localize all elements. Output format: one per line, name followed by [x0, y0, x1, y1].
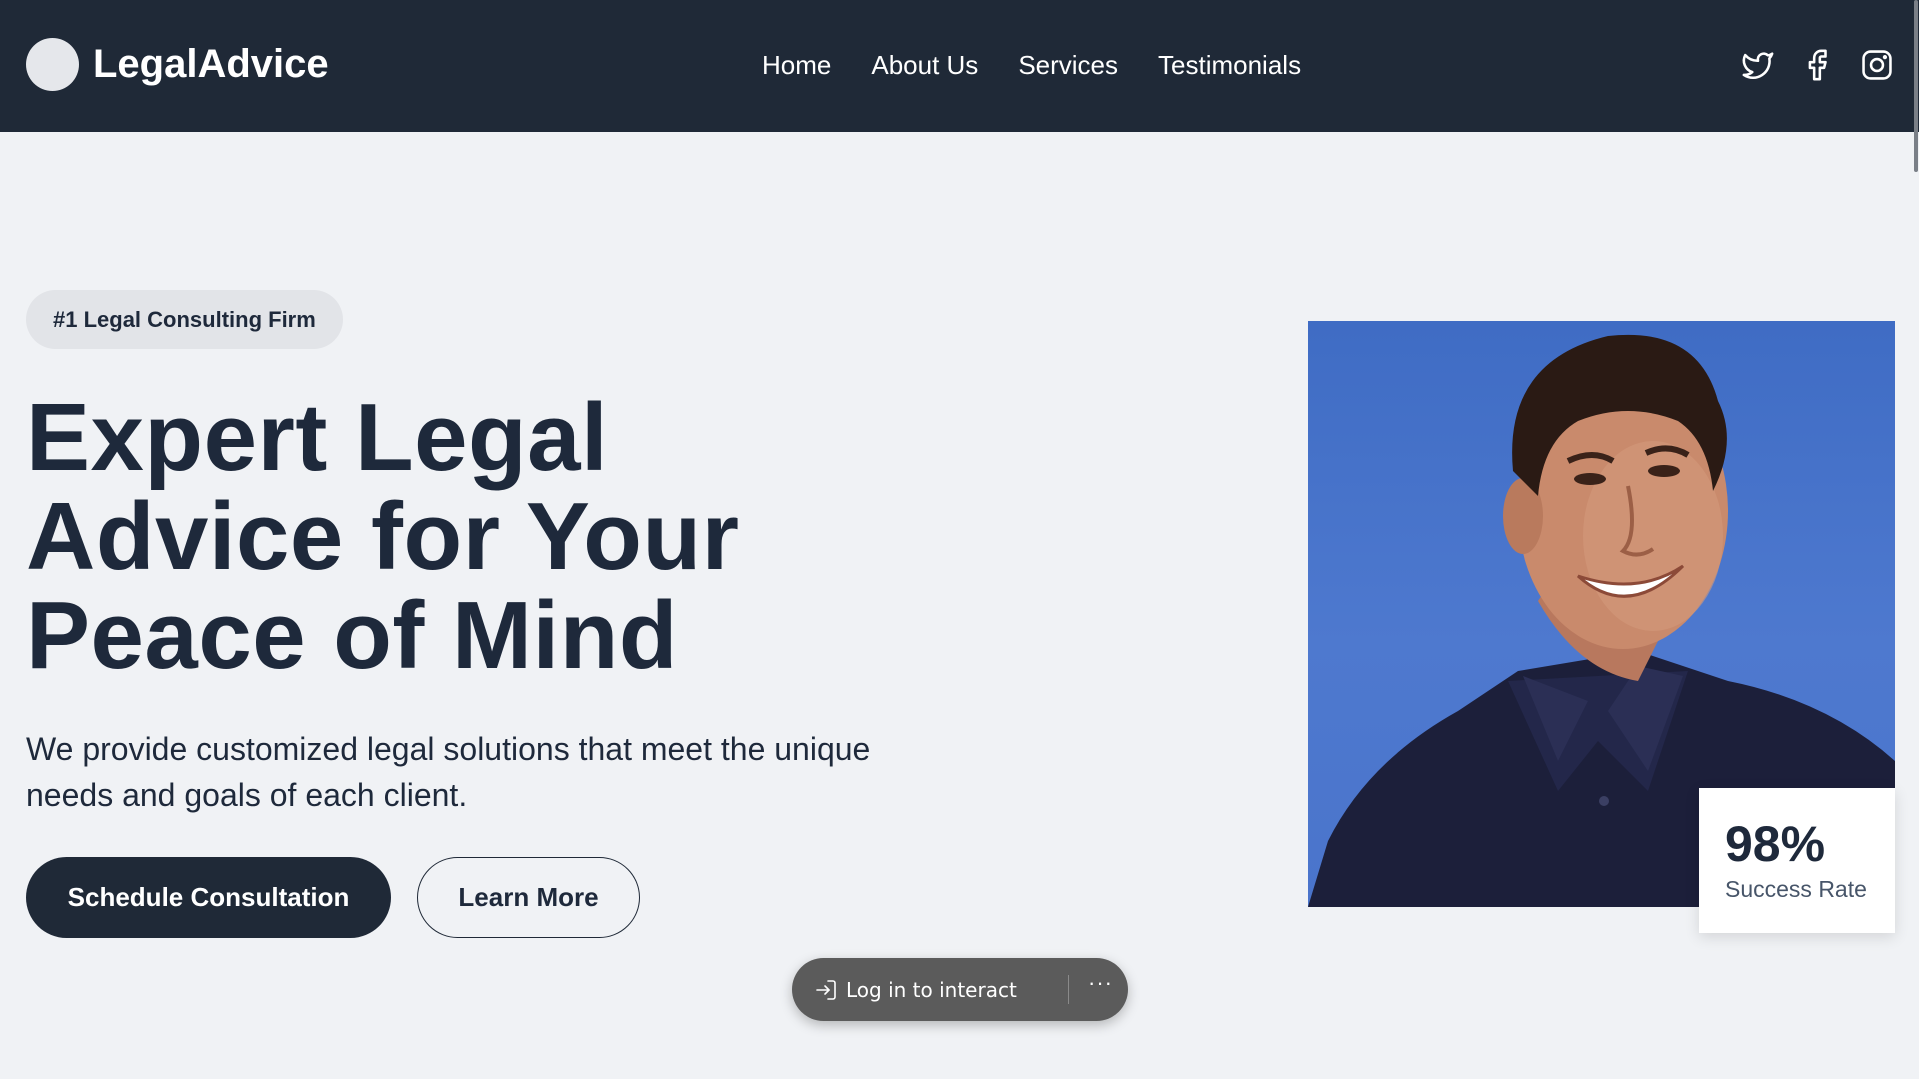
scrollbar-thumb[interactable] [1914, 0, 1918, 172]
login-text[interactable]: Log in to interact [846, 978, 1017, 1002]
facebook-icon[interactable] [1800, 48, 1834, 82]
nav-testimonials[interactable]: Testimonials [1158, 50, 1301, 81]
hero-title-line-2: Advice for Your [26, 483, 740, 590]
success-rate-card: 98% Success Rate [1699, 788, 1895, 933]
brand-logo[interactable]: LegalAdvice [26, 38, 329, 91]
more-options-icon[interactable]: ··· [1088, 970, 1113, 996]
hero-title-line-3: Peace of Mind [26, 582, 678, 689]
nav-home[interactable]: Home [762, 50, 831, 81]
schedule-consultation-button[interactable]: Schedule Consultation [26, 857, 391, 938]
hero-title: Expert Legal Advice for Your Peace of Mi… [26, 388, 886, 685]
nav-about-us[interactable]: About Us [871, 50, 978, 81]
hero-badge: #1 Legal Consulting Firm [26, 290, 343, 349]
success-rate-label: Success Rate [1725, 876, 1867, 902]
pill-divider [1068, 975, 1069, 1004]
twitter-icon[interactable] [1741, 48, 1775, 82]
hero-description: We provide customized legal solutions th… [26, 731, 871, 813]
hero-title-line-1: Expert Legal [26, 384, 609, 491]
sign-in-icon [816, 979, 836, 1000]
brand-name: LegalAdvice [93, 42, 329, 86]
success-rate-value: 98% [1725, 816, 1826, 872]
learn-more-button[interactable]: Learn More [417, 857, 640, 938]
nav-services[interactable]: Services [1018, 50, 1118, 81]
site-header: LegalAdvice Home About Us Services Testi… [0, 0, 1919, 132]
logo-icon [26, 38, 79, 91]
instagram-icon[interactable] [1860, 48, 1894, 82]
login-to-interact-bar[interactable]: Log in to interact ··· [792, 958, 1128, 1021]
main-nav: Home About Us Services Testimonials [762, 50, 1341, 81]
